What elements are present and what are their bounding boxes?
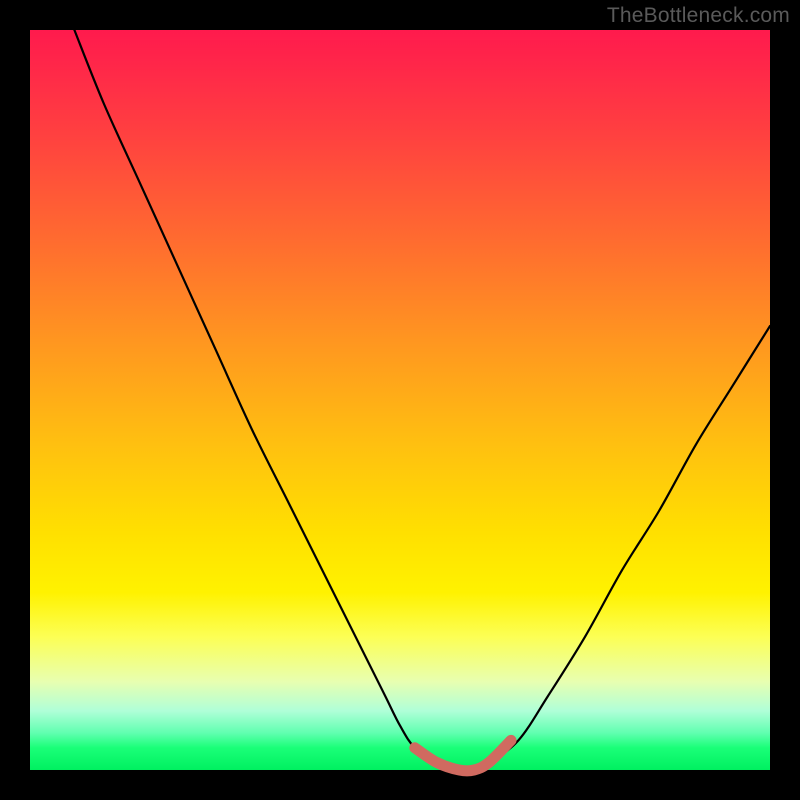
chart-frame: TheBottleneck.com: [0, 0, 800, 800]
highlight-path: [415, 740, 511, 771]
watermark-text: TheBottleneck.com: [607, 4, 790, 28]
bottleneck-curve: [30, 30, 770, 770]
curve-path: [74, 30, 770, 771]
plot-area: [30, 30, 770, 770]
